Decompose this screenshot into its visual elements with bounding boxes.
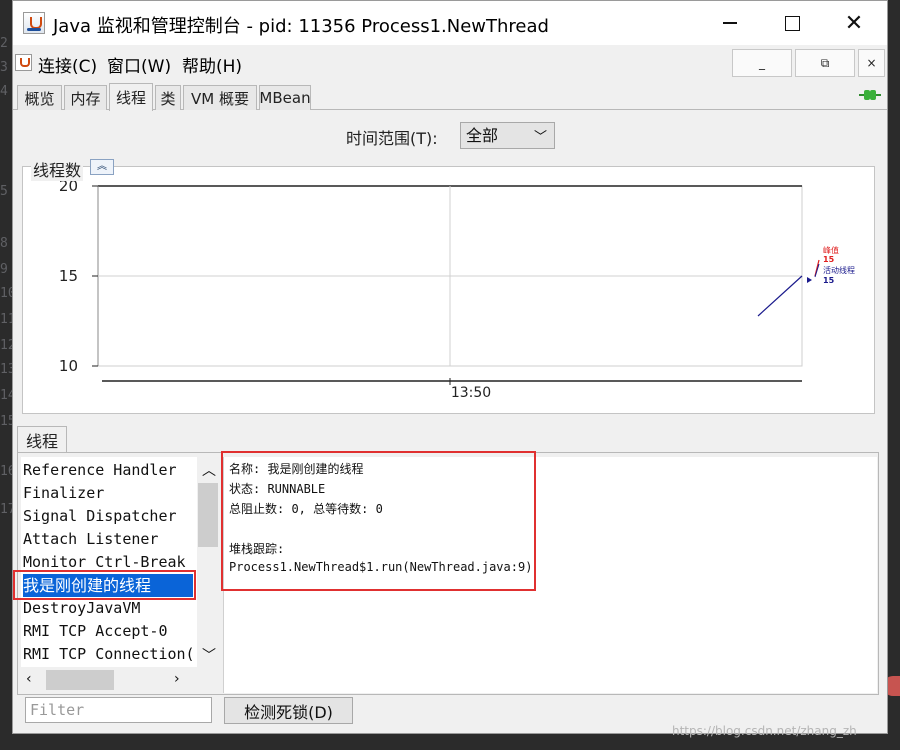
ide-line-number: 12: [0, 338, 16, 353]
ide-line-number: 4: [0, 84, 8, 99]
ide-line-number: 3: [0, 60, 8, 75]
thread-list-item[interactable]: Finalizer: [23, 482, 104, 505]
close-button[interactable]: ✕: [823, 1, 885, 45]
tab-bar: 概览 内存 线程 类 VM 概要 MBean: [13, 83, 887, 111]
maximize-icon: [784, 15, 800, 31]
thread-list[interactable]: Reference Handler Finalizer Signal Dispa…: [21, 457, 205, 667]
ide-line-number: 17: [0, 502, 16, 517]
ide-line-number: 8: [0, 236, 8, 251]
selected-thread-highlight: [13, 570, 196, 600]
time-range-select[interactable]: 全部 ﹀: [460, 122, 555, 149]
jconsole-window: Java 监视和管理控制台 - pid: 11356 Process1.NewT…: [12, 0, 888, 734]
menu-connection[interactable]: 连接(C): [38, 52, 97, 77]
thread-list-item[interactable]: Reference Handler: [23, 459, 177, 482]
ide-line-number: 14: [0, 388, 16, 403]
tab-vm-summary[interactable]: VM 概要: [183, 85, 257, 110]
ide-gutter: 2 3 4 5 8 9 10 11 12 13 14 15 16 17: [0, 0, 16, 750]
mdi-minimize-button[interactable]: _: [732, 49, 792, 77]
thread-list-item[interactable]: RMI TCP Accept-0: [23, 620, 168, 643]
mdi-restore-button[interactable]: ⧉: [795, 49, 855, 77]
window-title: Java 监视和管理控制台 - pid: 11356 Process1.NewT…: [53, 16, 549, 37]
tab-mbean[interactable]: MBean: [259, 85, 311, 110]
menu-bar: 连接(C) 窗口(W) 帮助(H) _ ⧉ ×: [13, 47, 887, 79]
collapse-chart-button[interactable]: ︽: [90, 159, 114, 175]
tab-memory[interactable]: 内存: [64, 85, 107, 110]
ide-line-number: 15: [0, 414, 16, 429]
chart-title: 线程数: [31, 157, 84, 181]
tab-threads[interactable]: 线程: [109, 83, 153, 111]
scroll-right-arrow-icon[interactable]: ›: [174, 671, 180, 687]
x-tick-label: 13:50: [451, 385, 491, 401]
thread-list-item[interactable]: Attach Listener: [23, 528, 158, 551]
chevron-down-icon: ﹀: [533, 130, 547, 145]
tab-classes[interactable]: 类: [155, 85, 181, 110]
title-bar: Java 监视和管理控制台 - pid: 11356 Process1.NewT…: [13, 1, 887, 45]
legend-marker-active: [807, 277, 812, 283]
legend-peak-name: 峰值: [823, 245, 839, 255]
threads-section-tab[interactable]: 线程: [17, 426, 67, 453]
y-tick-label: 10: [59, 357, 78, 375]
legend-active-value: 15: [823, 276, 835, 285]
ide-line-number: 9: [0, 262, 8, 277]
watermark: https://blog.csdn.net/zhang_zh: [672, 724, 857, 738]
thread-list-item[interactable]: DestroyJavaVM: [23, 597, 140, 620]
scroll-up-arrow-icon[interactable]: ︿: [202, 460, 216, 480]
ide-line-number: 5: [0, 184, 8, 199]
ide-line-number: 11: [0, 312, 16, 327]
time-range-value: 全部: [466, 126, 499, 145]
tab-overview[interactable]: 概览: [17, 85, 62, 110]
scroll-left-arrow-icon[interactable]: ‹: [26, 671, 32, 687]
ide-line-number: 2: [0, 36, 8, 51]
horizontal-scroll-thumb[interactable]: [46, 670, 114, 690]
maximize-button[interactable]: [761, 1, 823, 45]
minimize-icon: [723, 22, 737, 24]
minimize-button[interactable]: [699, 1, 761, 45]
ide-line-number: 16: [0, 464, 16, 479]
thread-list-item[interactable]: RMI TCP Connection(: [23, 643, 195, 666]
scroll-down-arrow-icon[interactable]: ﹀: [202, 645, 216, 665]
java-menu-icon[interactable]: [15, 54, 32, 71]
thread-list-item[interactable]: Signal Dispatcher: [23, 505, 177, 528]
ide-line-number: 10: [0, 286, 16, 301]
thread-count-chart: 20151013:50峰值15活动线程15: [59, 177, 855, 401]
legend-peak-value: 15: [823, 255, 835, 264]
java-app-icon: [23, 12, 45, 34]
vertical-scroll-thumb[interactable]: [198, 483, 218, 547]
legend-active-name: 活动线程: [823, 265, 855, 275]
ide-line-number: 13: [0, 362, 16, 377]
mdi-close-button[interactable]: ×: [858, 49, 885, 77]
detect-deadlock-button[interactable]: 检测死锁(D): [224, 697, 353, 724]
filter-input[interactable]: Filter: [25, 697, 212, 723]
ide-background-right: [888, 0, 900, 750]
menu-window[interactable]: 窗口(W): [107, 52, 171, 77]
y-tick-label: 15: [59, 267, 78, 285]
connection-status-icon: [859, 90, 881, 100]
thread-detail-highlight: [221, 451, 536, 591]
time-range-label: 时间范围(T):: [346, 129, 438, 148]
close-icon: ✕: [844, 10, 864, 36]
menu-help[interactable]: 帮助(H): [182, 52, 242, 77]
